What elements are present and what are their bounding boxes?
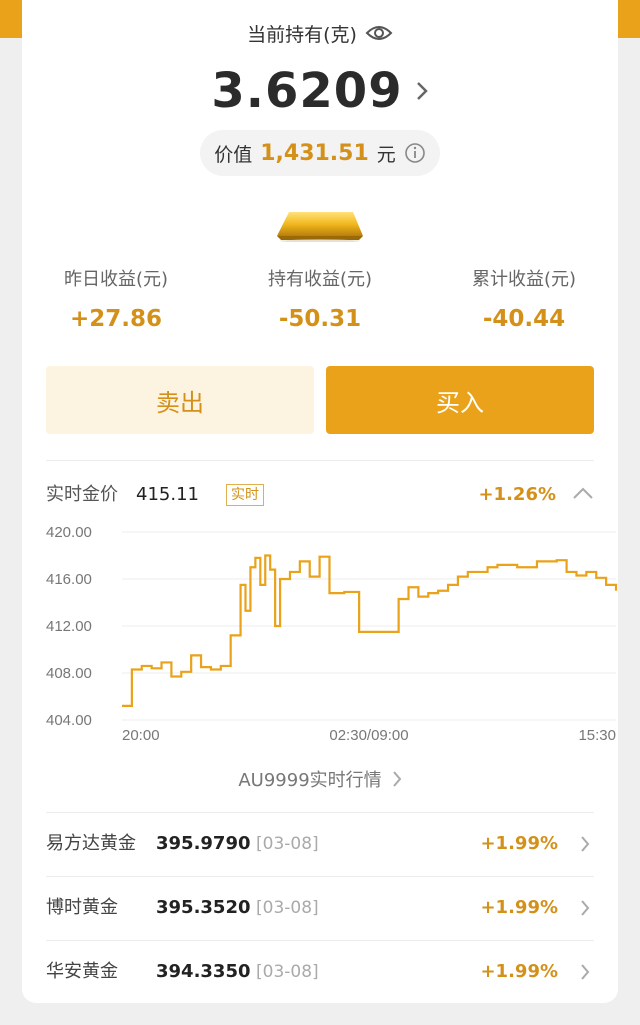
eye-icon[interactable] xyxy=(365,23,393,43)
chevron-right-icon xyxy=(392,771,401,787)
holding-amount: 3.6209 xyxy=(211,63,403,119)
fund-row[interactable]: 华安黄金 394.3350 [03-08] +1.99% xyxy=(46,940,594,1004)
fund-name: 易方达黄金 xyxy=(46,833,136,854)
fund-name: 华安黄金 xyxy=(46,961,118,982)
chevron-up-icon[interactable] xyxy=(572,486,594,500)
gold-bar-icon xyxy=(277,212,363,242)
realtime-price-row[interactable]: 实时金价 415.11 实时 +1.26% xyxy=(46,480,594,510)
stat-label: 昨日收益(元) xyxy=(63,269,169,290)
fund-date: [03-08] xyxy=(256,898,319,918)
y-tick-label: 408.00 xyxy=(46,665,92,682)
holding-amount-row[interactable]: 3.6209 xyxy=(22,62,618,120)
value-label: 价值 xyxy=(214,143,253,166)
buy-button[interactable]: 买入 xyxy=(326,366,594,434)
price-line-chart: 420.00 416.00 412.00 408.00 404.00 20:00 02:30… xyxy=(46,524,618,744)
fund-change: +1.99% xyxy=(480,833,558,854)
sell-button[interactable]: 卖出 xyxy=(46,366,314,434)
value-pill: 价值 1,431.51 元 xyxy=(200,130,440,176)
stat-yesterday: 昨日收益(元) +27.86 xyxy=(16,266,216,332)
y-tick-label: 420.00 xyxy=(46,524,92,541)
holding-header: 当前持有(克) xyxy=(22,18,618,48)
chevron-right-icon xyxy=(581,900,590,916)
holding-label: 当前持有(克) xyxy=(247,23,357,46)
chevron-right-icon xyxy=(416,82,428,100)
stat-holding: 持有收益(元) -50.31 xyxy=(220,266,420,332)
y-tick-label: 416.00 xyxy=(46,571,92,588)
stat-label: 累计收益(元) xyxy=(471,269,577,290)
fund-row[interactable]: 易方达黄金 395.9790 [03-08] +1.99% xyxy=(46,812,594,876)
value-amount: 1,431.51 xyxy=(260,140,369,166)
stat-value: +27.86 xyxy=(69,306,163,332)
fund-name: 博时黄金 xyxy=(46,897,118,918)
fund-price: 394.3350 xyxy=(156,961,251,982)
au9999-link-label: AU9999实时行情 xyxy=(238,770,382,791)
stat-value: -40.44 xyxy=(482,306,566,332)
chevron-right-icon xyxy=(581,836,590,852)
divider xyxy=(46,460,594,461)
earnings-stats: 昨日收益(元) +27.86 持有收益(元) -50.31 累计收益(元) -4… xyxy=(22,266,618,336)
fund-change: +1.99% xyxy=(480,897,558,918)
y-tick-label: 404.00 xyxy=(46,712,92,729)
chevron-right-icon xyxy=(581,964,590,980)
realtime-price: 415.11 xyxy=(136,484,199,505)
value-unit: 元 xyxy=(376,143,396,166)
realtime-label: 实时金价 xyxy=(46,484,118,505)
stat-label: 持有收益(元) xyxy=(267,269,373,290)
fund-date: [03-08] xyxy=(256,834,319,854)
price-series-line xyxy=(122,554,618,707)
realtime-badge: 实时 xyxy=(226,484,264,506)
info-icon[interactable] xyxy=(404,142,426,164)
realtime-change: +1.26% xyxy=(478,484,556,505)
x-tick-label: 20:00 xyxy=(122,727,160,744)
stat-value: -50.31 xyxy=(278,306,362,332)
holding-card: 当前持有(克) 3.6209 价值 1,431.51 元 昨日收益(元) +27… xyxy=(22,0,618,1003)
corner-accent-right xyxy=(618,0,640,38)
fund-price: 395.9790 xyxy=(156,833,251,854)
fund-row[interactable]: 博时黄金 395.3520 [03-08] +1.99% xyxy=(46,876,594,940)
corner-accent-left xyxy=(0,0,22,38)
x-tick-label: 02:30/09:00 xyxy=(329,727,408,744)
fund-price: 395.3520 xyxy=(156,897,251,918)
x-tick-label: 15:30 xyxy=(578,727,616,744)
au9999-link[interactable]: AU9999实时行情 xyxy=(22,764,618,794)
y-tick-label: 412.00 xyxy=(46,618,92,635)
fund-date: [03-08] xyxy=(256,962,319,982)
fund-change: +1.99% xyxy=(480,961,558,982)
stat-cumulative: 累计收益(元) -40.44 xyxy=(424,266,624,332)
